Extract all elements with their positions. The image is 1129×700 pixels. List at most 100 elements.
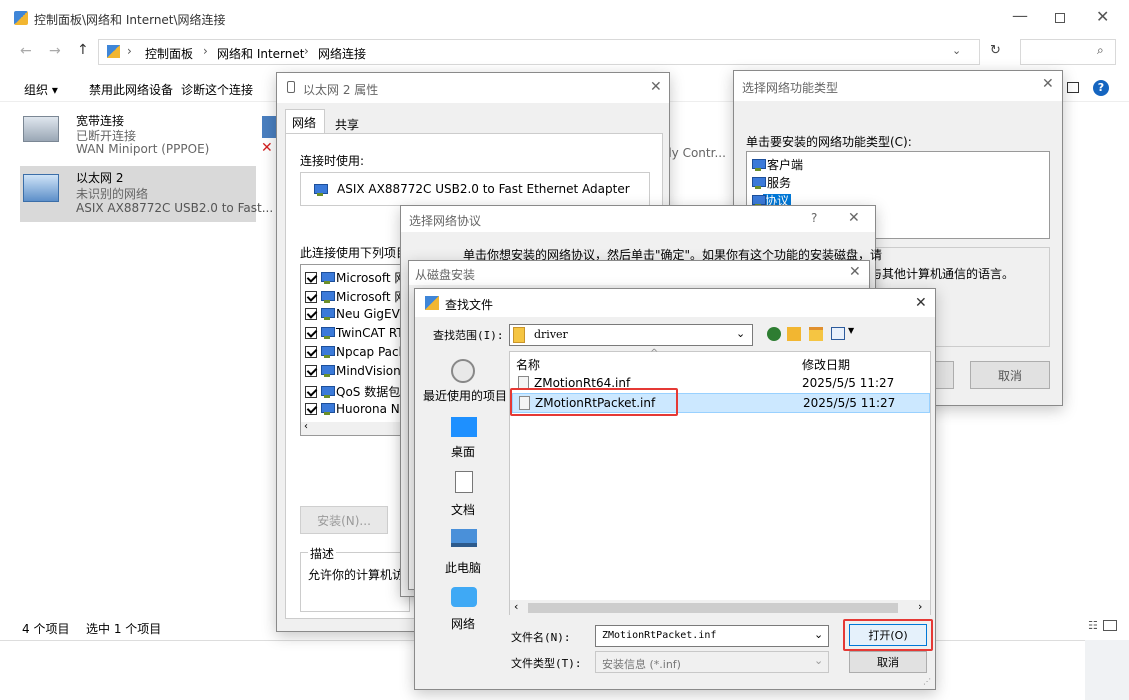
details-view-icon[interactable]: ☷ [1088,619,1098,632]
look-in-select[interactable]: driver ⌄ [509,324,753,346]
network-adapter-icon [313,184,328,196]
address-crumb-network[interactable]: 网络和 Internet [217,45,304,62]
look-in-value: driver [534,328,568,341]
chevron-down-icon[interactable]: ⌄ [736,327,745,340]
close-icon[interactable]: ✕ [1096,7,1109,26]
sort-ascending-icon: ^ [650,348,659,359]
items-list-item[interactable]: Huorona N [305,402,400,416]
checkbox[interactable] [305,403,317,415]
checkbox[interactable] [305,346,317,358]
checkbox[interactable] [305,272,317,284]
service-icon [751,177,766,189]
network-component-icon [320,272,335,284]
up-folder-icon[interactable] [787,327,801,341]
place-recent[interactable]: 最近使用的项目 [421,357,507,407]
items-list-item[interactable]: MindVision [305,364,401,378]
checkbox[interactable] [305,308,317,320]
network-icon [451,587,477,607]
place-label: 最近使用的项目 [423,389,508,403]
checkbox[interactable] [305,291,317,303]
recent-items-icon [451,359,475,383]
find-file-dialog: 查找文件 ✕ 查找范围(I): driver ⌄ ▼ 最近使用的项目 桌面 文档… [414,288,936,690]
back-icon[interactable] [767,327,781,341]
item-label: Neu GigEVi [336,307,403,321]
close-icon[interactable]: ✕ [1042,76,1054,92]
up-icon[interactable]: ↑ [77,42,89,58]
computer-icon [451,529,477,547]
column-header-name[interactable]: 名称 [516,356,540,373]
maximize-icon[interactable] [1055,13,1065,23]
column-header-date[interactable]: 修改日期 [802,356,850,373]
item-label: Huorona N [336,402,400,416]
items-list-item[interactable]: Microsoft 网 [305,269,406,286]
refresh-icon[interactable]: ↻ [990,43,1001,58]
place-desktop[interactable]: 桌面 [421,415,507,461]
checkbox[interactable] [305,365,317,377]
items-list-item[interactable]: Npcap Pack [305,345,406,359]
place-documents[interactable]: 文档 [421,469,507,519]
network-component-icon [320,308,335,320]
scroll-left-icon[interactable]: ‹ [514,600,518,613]
documents-icon [455,471,473,493]
checkbox[interactable] [305,386,317,398]
chevron-down-icon[interactable]: ⌄ [952,44,961,57]
items-list-item[interactable]: QoS 数据包 [305,383,400,400]
filetype-value: 安装信息 (*.inf) [602,658,681,671]
network-adapter-icon [23,174,59,202]
close-icon[interactable]: ✕ [849,264,861,280]
place-network[interactable]: 网络 [421,585,507,635]
tab-network[interactable]: 网络 [285,109,325,133]
close-icon[interactable]: ✕ [650,79,662,95]
explorer-title: 控制面板\网络和 Internet\网络连接 [34,13,226,27]
chevron-down-icon[interactable]: ▼ [848,326,854,335]
large-icons-view-icon[interactable] [1103,620,1117,631]
cancel-button[interactable]: 取消 [849,651,927,673]
scroll-right-icon[interactable]: › [918,600,922,613]
explorer-title-bar: 控制面板\网络和 Internet\网络连接 — ✕ [0,0,1129,36]
scroll-thumb[interactable] [528,603,898,613]
selection-highlight-box [510,388,678,416]
partial-connection-icon [262,116,276,138]
connection-broadband[interactable]: 宽带连接 已断开连接 WAN Miniport (PPPOE) [20,110,270,160]
search-input[interactable]: ⌕ [1020,39,1116,65]
folder-icon [513,327,525,343]
new-folder-icon[interactable] [809,327,823,341]
place-this-pc[interactable]: 此电脑 [421,527,507,577]
diagnose-button[interactable]: 诊断这个连接 [181,81,253,98]
address-bar[interactable]: › 控制面板 › 网络和 Internet › 网络连接 ⌄ [98,39,980,65]
address-crumb-connections[interactable]: 网络连接 [318,45,366,62]
disable-device-button[interactable]: 禁用此网络设备 [89,81,173,98]
scroll-left-icon[interactable]: ‹ [304,421,308,432]
feature-item-service[interactable]: 服务 [751,174,791,191]
feature-item-client[interactable]: 客户端 [751,156,803,173]
forward-icon[interactable]: → [49,43,61,59]
open-button[interactable]: 打开(O) [849,624,927,646]
network-adapter-icon [23,116,59,142]
close-icon[interactable]: ✕ [848,210,860,226]
minimize-icon[interactable]: — [1012,6,1028,25]
filetype-select[interactable]: 安装信息 (*.inf) ⌄ [595,651,829,673]
connection-device: WAN Miniport (PPPOE) [76,142,210,156]
filename-input[interactable]: ZMotionRtPacket.inf ⌄ [595,625,829,647]
organize-button[interactable]: 组织 ▾ [24,81,58,98]
resize-grip-icon[interactable]: ⋰ [923,677,931,686]
feature-title: 选择网络功能类型 [742,81,839,95]
view-menu-icon[interactable] [831,327,845,340]
file-list-hscrollbar[interactable]: ‹ › [510,600,930,616]
items-list-item[interactable]: TwinCAT RT [305,326,404,340]
close-icon[interactable]: ✕ [915,295,927,311]
tab-sharing[interactable]: 共享 [325,113,369,133]
help-button[interactable]: ? [811,211,817,225]
install-button[interactable]: 安装(N)... [300,506,388,534]
items-list-item[interactable]: Microsoft 网 [305,288,406,305]
checkbox[interactable] [305,327,317,339]
connection-ethernet2[interactable]: 以太网 2 未识别的网络 ASIX AX88772C USB2.0 to Fas… [20,166,273,222]
address-sep-icon: › [203,44,208,58]
back-icon[interactable]: ← [20,43,32,59]
preview-pane-icon[interactable] [1067,82,1079,93]
chevron-down-icon[interactable]: ⌄ [814,628,823,641]
items-list-item[interactable]: Neu GigEVi [305,307,403,321]
feature-cancel-button[interactable]: 取消 [970,361,1050,389]
help-icon[interactable]: ? [1093,80,1109,96]
address-crumb-control-panel[interactable]: 控制面板 [145,45,193,62]
